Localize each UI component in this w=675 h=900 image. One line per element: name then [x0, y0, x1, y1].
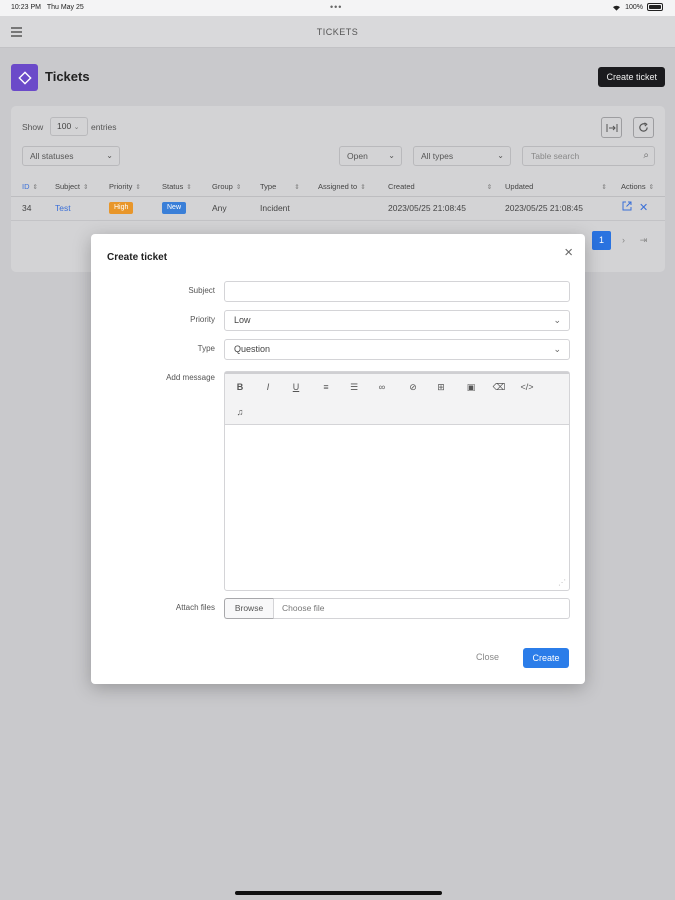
browse-button[interactable]: Browse	[224, 598, 274, 619]
image-icon[interactable]: ▣	[463, 379, 479, 395]
unordered-list-icon[interactable]: ☰	[346, 379, 362, 395]
next-page-icon[interactable]: ›	[614, 231, 633, 250]
create-button[interactable]: Create	[523, 648, 569, 668]
create-ticket-button[interactable]: Create ticket	[598, 67, 665, 87]
column-header-actions: Actions ⇕	[621, 182, 655, 191]
battery-percent: 100%	[625, 3, 643, 11]
priority-label: Priority	[190, 315, 215, 324]
file-input[interactable]: Choose file	[274, 598, 570, 619]
open-icon[interactable]	[622, 201, 632, 213]
cell-created: 2023/05/25 21:08:45	[388, 203, 466, 213]
search-icon: ⌕	[643, 150, 649, 161]
column-header-assigned[interactable]: Assigned to ⇕	[318, 182, 366, 191]
cell-group: Any	[212, 203, 227, 213]
chevron-down-icon: ⌄	[106, 151, 113, 160]
page-title: Tickets	[45, 69, 90, 84]
row-divider	[11, 220, 665, 221]
eraser-icon[interactable]: ⌫	[491, 379, 507, 395]
column-header-subject[interactable]: Subject ⇕	[55, 182, 88, 191]
state-filter-dropdown[interactable]: Open ⌄	[339, 146, 402, 166]
show-label: Show	[22, 122, 44, 132]
nav-bar: TICKETS	[0, 16, 675, 48]
code-icon[interactable]: </>	[519, 379, 535, 395]
link-icon[interactable]: ∞	[374, 379, 390, 395]
home-indicator[interactable]	[235, 891, 442, 895]
column-header-type[interactable]: Type ⇕	[260, 182, 300, 191]
export-icon	[606, 123, 617, 132]
column-header-priority[interactable]: Priority ⇕	[109, 182, 141, 191]
refresh-icon	[639, 122, 648, 132]
chevron-down-icon: ⌄	[553, 315, 561, 325]
column-header-updated[interactable]: Updated ⇕	[505, 182, 607, 191]
chevron-down-icon: ⌄	[553, 344, 561, 354]
type-label: Type	[197, 344, 215, 353]
header-divider	[11, 196, 665, 197]
status-filter-dropdown[interactable]: All statuses ⌄	[22, 146, 120, 166]
table-icon[interactable]: ⊞	[433, 379, 449, 395]
priority-badge: High	[109, 202, 134, 214]
ticket-icon	[11, 64, 38, 91]
entries-label: entries	[91, 122, 117, 132]
status-time: 10:23 PM Thu May 25	[11, 4, 84, 11]
priority-select[interactable]: Low ⌄	[224, 310, 570, 331]
bell-icon[interactable]: ♫	[232, 404, 248, 420]
cell-subject-link[interactable]: Test	[55, 203, 71, 213]
wifi-icon	[613, 5, 621, 11]
create-ticket-modal: Create ticket × Subject Priority Low ⌄ Ty…	[91, 234, 585, 684]
editor-toolbar: B I U ≡ ☰ ∞ ⊘ ⊞ ▣ ⌫ </> ♫	[225, 372, 569, 425]
refresh-button[interactable]	[633, 117, 654, 138]
page-button-current[interactable]: 1	[592, 231, 611, 250]
nav-title: TICKETS	[316, 27, 359, 37]
cell-type: Incident	[260, 203, 290, 213]
export-button[interactable]	[601, 117, 622, 138]
bold-icon[interactable]: B	[232, 379, 248, 395]
table-search-input[interactable]: Table search ⌕	[522, 146, 655, 166]
message-editor[interactable]: B I U ≡ ☰ ∞ ⊘ ⊞ ▣ ⌫ </> ♫ ⋰	[224, 371, 570, 591]
column-header-created[interactable]: Created ⇕	[388, 182, 492, 191]
chevron-down-icon: ⌄	[497, 151, 504, 160]
delete-icon[interactable]: ✕	[639, 201, 648, 214]
column-header-group[interactable]: Group ⇕	[212, 182, 241, 191]
subject-input[interactable]	[224, 281, 570, 302]
status-bar: 10:23 PM Thu May 25 ••• 100%	[0, 0, 675, 16]
message-label: Add message	[166, 373, 215, 382]
column-header-status[interactable]: Status ⇕	[162, 182, 192, 191]
column-header-id[interactable]: ID ⇕	[22, 182, 38, 191]
resize-handle-icon[interactable]: ⋰	[558, 578, 566, 587]
battery-icon	[647, 3, 663, 11]
status-badge: New	[162, 202, 187, 214]
underline-icon[interactable]: U	[288, 379, 304, 395]
cell-id: 34	[22, 203, 32, 213]
type-filter-dropdown[interactable]: All types ⌄	[413, 146, 511, 166]
entries-select[interactable]: 100 ⌄	[50, 117, 88, 136]
close-button[interactable]: Close	[476, 652, 499, 662]
type-select[interactable]: Question ⌄	[224, 339, 570, 360]
cell-updated: 2023/05/25 21:08:45	[505, 203, 583, 213]
attach-label: Attach files	[175, 603, 215, 612]
close-icon[interactable]: ×	[564, 244, 573, 261]
last-page-icon[interactable]: ⇥	[634, 231, 653, 250]
ordered-list-icon[interactable]: ≡	[318, 379, 334, 395]
unlink-icon[interactable]: ⊘	[405, 379, 421, 395]
multitasking-dots[interactable]: •••	[330, 2, 342, 12]
status-right: 100%	[612, 3, 663, 11]
subject-label: Subject	[188, 286, 215, 295]
italic-icon[interactable]: I	[260, 379, 276, 395]
chevron-down-icon: ⌄	[388, 151, 395, 160]
modal-title: Create ticket	[107, 252, 168, 263]
